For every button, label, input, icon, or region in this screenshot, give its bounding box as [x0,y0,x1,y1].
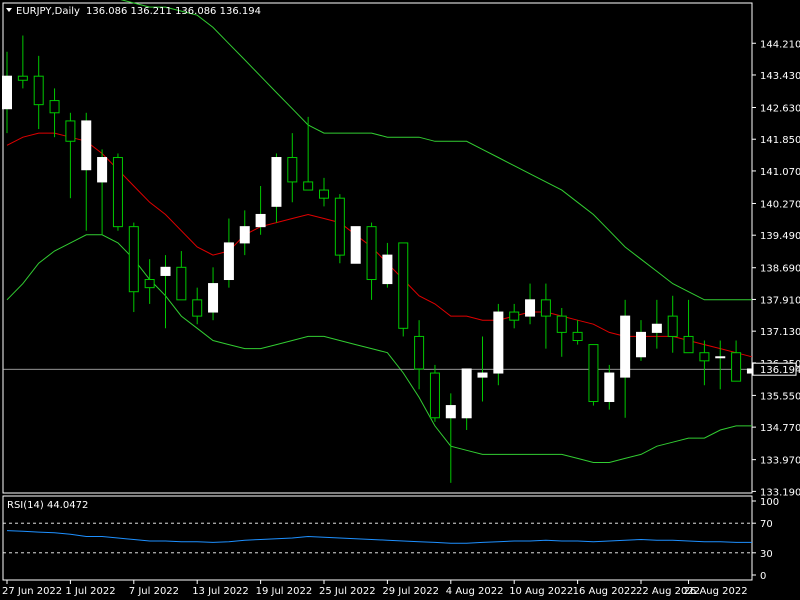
candle-body-bear [33,75,44,106]
candle-body-bear [303,181,314,191]
candle-body-bull [255,213,266,228]
time-tick-label: 26 Aug 2022 [684,586,748,597]
rsi-tick-label: 30 [760,549,773,560]
time-tick-label: 16 Aug 2022 [573,586,637,597]
candle-body-bull [477,372,488,378]
candle-body-bear [287,157,298,183]
candle[interactable] [350,226,361,264]
candle-body-bull [208,283,219,313]
candle-body-bear [509,311,520,321]
candle-body-bear [366,226,377,281]
price-tick-label: 140.270 [760,199,800,210]
candle-body-bear [49,100,60,114]
candle-body-bull [493,311,504,374]
candle[interactable] [429,364,440,422]
price-tick-label: 144.210 [760,39,800,50]
candle-body-bull [2,75,12,110]
time-tick-label: 29 Jul 2022 [382,586,439,597]
candle-body-bull [651,323,662,333]
candle-body-bear [414,335,425,370]
candle-body-bear [128,226,139,293]
candle-body-bull [382,254,393,285]
candle[interactable] [112,153,123,231]
rsi-tick-label: 70 [760,519,773,530]
time-tick-label: 7 Jul 2022 [129,586,179,597]
ohlc-readout: 136.086 136.211 136.086 136.194 [86,6,261,17]
candle-body-bull [271,157,282,207]
rsi-tick-label: 0 [760,571,766,582]
rsi-label: RSI(14) 44.0472 [7,500,88,511]
price-tick-label: 134.770 [760,423,800,434]
candle-body-bear [192,299,203,317]
candle-body-bull [350,226,361,264]
time-tick-label: 10 Aug 2022 [509,586,573,597]
chart-canvas: 144.210 143.430 142.630 141.850 141.070 140.2… [0,0,800,600]
candle-body-bear [319,189,329,199]
time-tick-label: 13 Jul 2022 [192,586,249,597]
candle-body-bull [239,226,250,244]
price-tick-label: 142.630 [760,104,800,115]
candle-body-bear [112,157,123,228]
time-tick-label: 27 Jun 2022 [2,586,62,597]
candle-body-bull [445,405,456,419]
candle[interactable] [398,242,409,337]
candle-body-bull [81,120,92,171]
rsi-tick-label: 100 [760,497,779,508]
candle-body-bear [144,279,155,289]
last-price-tag: 136.194 [752,362,800,376]
candle-body-bear [334,197,345,256]
price-tick-label: 139.490 [760,231,800,242]
candle-body-bull [525,299,536,317]
candle-body-bull [636,331,646,358]
candle-body-bear [556,315,567,333]
candle-body-bear [683,335,694,354]
candle-body-bear [17,75,28,81]
candle-body-bear [699,352,710,362]
candle-body-bear [588,344,599,403]
candle-body-bull [461,368,472,419]
symbol-label: EURJPY,Daily [16,6,80,17]
time-tick-label: 25 Jul 2022 [319,586,376,597]
candle[interactable] [588,344,599,406]
price-tick-label: 141.070 [760,167,800,178]
time-tick-label: 19 Jul 2022 [256,586,313,597]
candle-body-bull [715,356,726,359]
time-tick-label: 4 Aug 2022 [446,586,504,597]
price-tick-label: 141.850 [760,135,800,146]
candle[interactable] [493,303,504,386]
price-tick-label: 143.430 [760,71,800,82]
price-tick-label: 138.690 [760,264,800,275]
candle-body-bull [223,242,234,281]
candle-body-bear [572,331,583,342]
candle[interactable] [334,194,345,264]
candle-body-bull [604,372,615,403]
price-axis: 144.210 143.430 142.630 141.850 141.070 140.2… [752,39,800,498]
candle-body-bear [176,266,187,301]
last-price-value: 136.194 [760,365,800,376]
candle-body-bull [97,157,108,183]
price-tick-label: 135.550 [760,391,800,402]
price-tick-label: 133.970 [760,456,800,467]
candle-body-bull [620,315,631,378]
candle-body-bear [429,372,440,419]
candle-body-bear [540,299,551,317]
price-tick-label: 137.910 [760,295,800,306]
candle-body-bear [667,315,678,337]
chart-header: EURJPY,Daily 136.086 136.211 136.086 136… [6,6,261,17]
time-tick-label: 1 Jul 2022 [65,586,115,597]
candle-body-bear [731,352,742,382]
price-tick-label: 137.130 [760,327,800,338]
candle-body-bear [398,242,409,329]
candle-body-bear [65,120,76,142]
candle-body-bull [160,266,171,276]
